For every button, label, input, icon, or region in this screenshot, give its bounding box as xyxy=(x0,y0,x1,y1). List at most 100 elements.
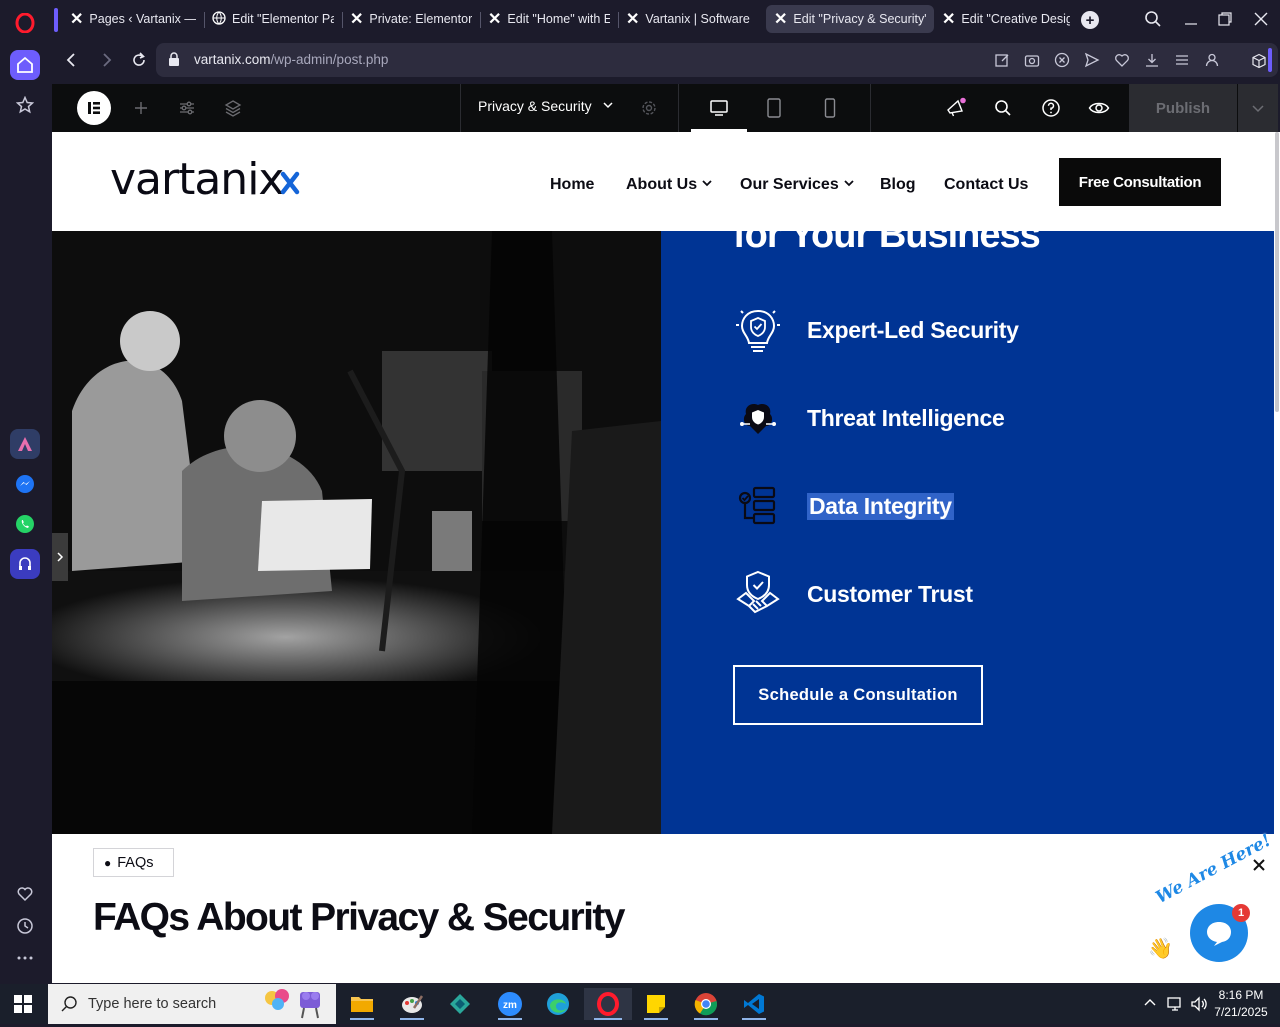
finder-search-icon[interactable] xyxy=(991,96,1015,120)
hero-section: for Your Business Expert-Led Security Th… xyxy=(52,214,1274,834)
page-settings-dropdown[interactable]: Privacy & Security xyxy=(478,98,614,114)
app-diamond-icon[interactable] xyxy=(440,988,480,1020)
running-indicator xyxy=(400,1018,424,1020)
help-question-icon[interactable] xyxy=(1039,96,1063,120)
tablet-view-icon[interactable] xyxy=(762,96,786,120)
url-text[interactable]: vartanix.com/wp-admin/post.php xyxy=(194,52,388,67)
opera-logo-icon[interactable] xyxy=(10,8,40,38)
network-icon[interactable] xyxy=(1166,995,1184,1018)
opera-taskbar-icon[interactable] xyxy=(584,988,632,1020)
tab-title: Vartanix | Software D xyxy=(645,12,754,26)
tab-vartanix-software[interactable]: ✕ Vartanix | Software D xyxy=(618,5,762,33)
easy-setup-icon[interactable] xyxy=(1174,52,1190,73)
tab-title: Edit "Home" with Ele xyxy=(507,12,610,26)
nav-label: Home xyxy=(550,176,595,193)
site-settings-sliders-icon[interactable] xyxy=(175,96,199,120)
globe-icon xyxy=(212,10,226,28)
desktop-view-icon[interactable] xyxy=(707,96,731,120)
publish-button[interactable]: Publish xyxy=(1129,84,1237,132)
edge-browser-icon[interactable] xyxy=(538,988,578,1020)
canvas-scrollbar[interactable] xyxy=(1274,132,1280,983)
panel-toggle-chevron-icon[interactable] xyxy=(52,533,68,581)
chat-unread-badge: 1 xyxy=(1232,904,1250,922)
lightbulb-shield-icon xyxy=(733,305,783,355)
paint-app-icon[interactable] xyxy=(392,988,432,1020)
tab-edit-creative-design[interactable]: ✕ Edit "Creative Design xyxy=(934,5,1078,33)
forward-arrow-icon[interactable] xyxy=(98,51,114,74)
profile-icon[interactable] xyxy=(1204,52,1220,73)
vscode-icon[interactable] xyxy=(734,988,774,1020)
whatsapp-icon[interactable] xyxy=(10,509,40,539)
chrome-browser-icon[interactable] xyxy=(686,988,726,1020)
structure-layers-icon[interactable] xyxy=(221,96,245,120)
editor-canvas[interactable]: vartanix Home About Us Our Services Blog… xyxy=(52,132,1274,983)
database-check-icon xyxy=(733,481,783,531)
star-icon[interactable] xyxy=(10,90,40,120)
page-name: Privacy & Security xyxy=(478,98,592,114)
url-domain: vartanix.com xyxy=(194,52,271,67)
office-photo-image xyxy=(52,231,661,834)
more-icon[interactable] xyxy=(10,943,40,973)
faq-section: ● FAQs FAQs About Privacy & Security We … xyxy=(52,831,1274,983)
aria-ai-icon[interactable] xyxy=(10,429,40,459)
history-icon[interactable] xyxy=(10,911,40,941)
site-logo[interactable]: vartanix xyxy=(110,154,284,206)
back-arrow-icon[interactable] xyxy=(64,51,80,74)
sidebar-accent-bar xyxy=(1268,48,1272,72)
nav-about-us[interactable]: About Us xyxy=(626,176,713,194)
new-tab-plus-icon[interactable]: + xyxy=(1081,11,1099,29)
mobile-view-icon[interactable] xyxy=(818,96,842,120)
nav-home[interactable]: Home xyxy=(550,176,594,194)
send-icon[interactable] xyxy=(1084,52,1100,73)
zoom-app-icon[interactable]: zm xyxy=(490,988,530,1020)
messenger-icon[interactable] xyxy=(10,469,40,499)
notifications-megaphone-icon[interactable] xyxy=(944,96,968,120)
tab-edit-privacy-security[interactable]: ✕ Edit "Privacy & Security" w xyxy=(766,5,934,33)
chat-widget[interactable]: We Are Here! 👋 1 xyxy=(1148,831,1274,966)
bookmark-heart-icon[interactable] xyxy=(1114,52,1130,73)
elementor-x-icon: ✕ xyxy=(488,11,502,28)
close-chat-icon[interactable] xyxy=(1252,858,1266,877)
scrollbar-thumb[interactable] xyxy=(1275,132,1279,412)
logo-x-mark-icon xyxy=(280,166,300,201)
windows-start-icon[interactable] xyxy=(13,994,33,1019)
elementor-logo-icon[interactable] xyxy=(77,91,111,125)
download-icon[interactable] xyxy=(1144,52,1160,73)
music-player-icon[interactable] xyxy=(10,549,40,579)
volume-icon[interactable] xyxy=(1190,995,1208,1018)
sticky-notes-icon[interactable] xyxy=(636,988,676,1020)
address-bar-row: vartanix.com/wp-admin/post.php xyxy=(52,40,1280,80)
tab-private-elementor[interactable]: ✕ Private: Elementor P xyxy=(342,5,480,33)
url-bar[interactable]: vartanix.com/wp-admin/post.php xyxy=(156,43,1278,77)
system-clock[interactable]: 8:16 PM 7/21/2025 xyxy=(1212,987,1270,1021)
free-consultation-button[interactable]: Free Consultation xyxy=(1059,158,1221,206)
page-gear-icon[interactable] xyxy=(637,96,661,120)
edit-page-icon[interactable] xyxy=(994,52,1010,73)
chat-bubble-icon xyxy=(1207,922,1231,946)
camera-icon[interactable] xyxy=(1024,52,1040,73)
tab-pages[interactable]: ✕ Pages ‹ Vartanix — W xyxy=(62,5,204,33)
nav-contact-us[interactable]: Contact Us xyxy=(944,176,1028,194)
nav-blog[interactable]: Blog xyxy=(880,176,916,194)
lock-icon[interactable] xyxy=(168,52,180,72)
restore-icon[interactable] xyxy=(1216,10,1234,33)
add-element-icon[interactable] xyxy=(129,96,153,120)
publish-options-chevron-icon[interactable] xyxy=(1238,84,1278,132)
chevron-down-icon xyxy=(701,176,713,194)
minimize-icon[interactable] xyxy=(1182,10,1200,33)
nav-our-services[interactable]: Our Services xyxy=(740,176,855,194)
file-explorer-icon[interactable] xyxy=(342,988,382,1020)
taskbar-search-box[interactable]: Type here to search xyxy=(48,984,336,1024)
reload-icon[interactable] xyxy=(130,51,148,74)
block-ads-icon[interactable] xyxy=(1054,52,1070,73)
heart-icon[interactable] xyxy=(10,879,40,909)
url-path: /wp-admin/post.php xyxy=(270,52,389,67)
schedule-consultation-button[interactable]: Schedule a Consultation xyxy=(733,665,983,725)
home-icon[interactable] xyxy=(10,50,40,80)
search-tabs-icon[interactable] xyxy=(1144,10,1162,33)
close-window-icon[interactable] xyxy=(1252,10,1270,33)
tab-edit-elementor-page[interactable]: Edit "Elementor Page xyxy=(204,5,342,33)
show-hidden-icons-chevron-icon[interactable] xyxy=(1143,996,1157,1015)
tab-edit-home[interactable]: ✕ Edit "Home" with Ele xyxy=(480,5,618,33)
preview-eye-icon[interactable] xyxy=(1087,96,1111,120)
